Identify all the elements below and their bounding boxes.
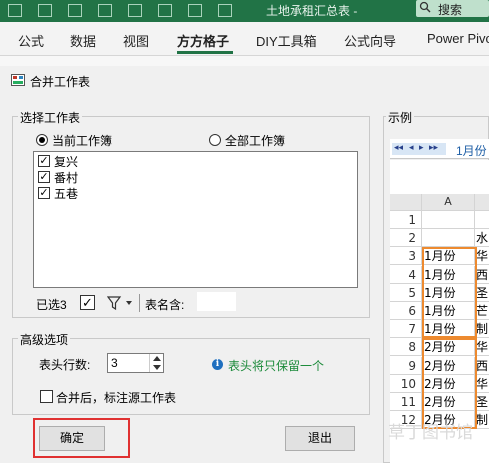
filter-icon[interactable] [107,295,135,311]
preview-sheet-tabs: ◂◂ ◂ ▸ ▸▸ 1月份 [390,139,489,159]
quick-access-icon[interactable] [38,4,52,17]
dialog-app-icon [11,74,25,86]
highlight-box [33,418,130,458]
sheet-nav-buttons: ◂◂ ◂ ▸ ▸▸ [392,142,446,155]
sheet-list[interactable]: ✓ 复兴 ✓ 番村 ✓ 五巷 [33,151,358,288]
preview-sheet-tab: 1月份 [456,144,487,158]
cell-b: 华 [475,247,489,265]
cell-a [422,229,475,247]
nav-prev-icon: ◂ [409,142,414,152]
sheet-item-label[interactable]: 番村 [54,169,78,186]
watermark: 草丁图书馆 [388,423,473,442]
stepper-up-icon[interactable] [153,356,161,361]
row-number: 10 [390,375,422,393]
active-tab-indicator [177,51,233,54]
sheet-checkbox[interactable]: ✓ [38,171,50,183]
tab-formulas[interactable]: 公式 [18,31,44,50]
row-number: 2 [390,229,422,247]
radio-selected-dot [39,137,45,143]
dialog-title: 合并工作表 [30,75,91,89]
sheet-item-label[interactable]: 复兴 [54,153,78,170]
cell-b: 华 [475,338,489,356]
advanced-options-legend: 高级选项 [18,331,71,348]
select-sheets-legend: 选择工作表 [18,109,83,126]
sheet-checkbox[interactable]: ✓ [38,187,50,199]
cell-b: 西 [475,266,489,284]
quick-access-icon[interactable] [158,4,172,17]
radio-all-label[interactable]: 全部工作簿 [225,132,285,149]
row-number: 6 [390,302,422,320]
sheet-item-label[interactable]: 五巷 [54,185,78,202]
radio-current-label[interactable]: 当前工作簿 [52,132,112,149]
cell-b: 芒 [475,302,489,320]
sheet-name-filter-label: 表名含: [145,298,185,312]
row-number: 8 [390,338,422,356]
excel-title-bar: 土地承租汇总表 - 搜索 [0,0,489,22]
cell-b: 圣 [475,393,489,411]
toolbar-divider [139,294,140,312]
tab-data[interactable]: 数据 [70,31,96,50]
column-header-b [475,194,489,211]
header-rows-value[interactable]: 3 [111,356,118,370]
cell-b: 制 [475,320,489,338]
corner-header [390,194,422,211]
row-number: 4 [390,266,422,284]
row-number: 1 [390,211,422,229]
quick-access-icon[interactable] [188,4,202,17]
row-number: 9 [390,357,422,375]
nav-next-icon: ▸ [419,142,424,152]
radio-all-workbooks[interactable] [209,134,221,146]
cell-b: 制 [475,411,489,429]
nav-last-icon: ▸▸ [429,142,439,152]
nav-first-icon: ◂◂ [394,142,404,152]
ribbon-commands-strip [0,56,489,66]
sheet-name-filter-input[interactable] [197,292,236,311]
row-number: 11 [390,393,422,411]
cell-b: 西 [475,357,489,375]
document-title: 土地承租汇总表 - [266,4,358,18]
cell-b [475,211,489,229]
mark-source-label[interactable]: 合并后，标注源工作表 [56,389,176,406]
search-label: 搜索 [438,3,463,17]
tab-power-pivot[interactable]: Power Pivot [427,31,489,46]
quick-access-icon[interactable] [8,4,22,17]
selected-count: 已选3 [36,298,67,312]
row-number: 7 [390,320,422,338]
quick-access-icon[interactable] [218,4,232,17]
search-box[interactable]: 搜索 [416,0,489,17]
header-rows-label: 表头行数: [39,358,91,372]
tab-diy-toolbox[interactable]: DIY工具箱 [256,31,317,50]
quick-access-icon[interactable] [68,4,82,17]
exit-button[interactable]: 退出 [285,426,355,451]
group-highlight-orange [422,247,477,338]
quick-access-icon[interactable] [98,4,112,17]
ribbon-tabs: 公式 数据 视图 方方格子 DIY工具箱 公式向导 Power Pivot [0,22,489,56]
example-legend: 示例 [386,109,415,126]
search-icon [419,1,431,13]
row-number: 5 [390,284,422,302]
preview-blank-area [390,160,489,194]
cell-a [422,211,475,229]
tab-view[interactable]: 视图 [123,31,149,50]
tab-formula-wizard[interactable]: 公式向导 [344,31,396,50]
group-highlight-orange [422,338,477,429]
sheet-checkbox[interactable]: ✓ [38,155,50,167]
quick-access-icon[interactable] [128,4,142,17]
info-icon: i [212,359,223,370]
column-header-a: A [422,194,475,211]
tab-fangfang-gezi[interactable]: 方方格子 [177,31,229,50]
cell-b: 华 [475,375,489,393]
cell-b: 水 [475,229,489,247]
cell-b: 圣 [475,284,489,302]
stepper-buttons [149,354,163,372]
select-all-checkbox[interactable]: ✓ [80,295,95,310]
info-text: 表头将只保留一个 [228,359,325,373]
row-number: 3 [390,247,422,265]
radio-current-workbook[interactable] [36,134,48,146]
stepper-down-icon[interactable] [153,365,161,370]
mark-source-checkbox[interactable] [40,390,53,403]
header-rows-stepper[interactable]: 3 [107,353,164,373]
